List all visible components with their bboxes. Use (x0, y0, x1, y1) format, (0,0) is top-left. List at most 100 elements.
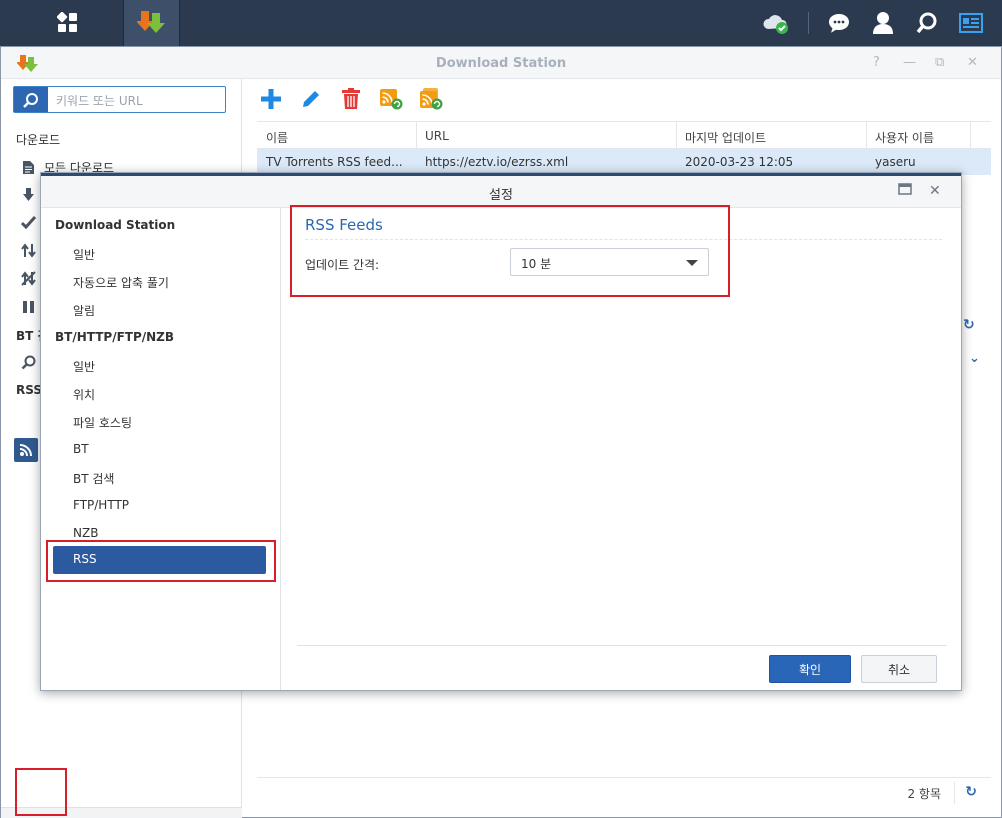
search-icon (916, 12, 937, 34)
sidebar-item-stopped[interactable] (21, 299, 36, 314)
widget-panel-icon (959, 13, 983, 33)
user-button[interactable] (861, 0, 905, 46)
edit-button[interactable] (297, 85, 325, 113)
pause-icon (21, 299, 36, 314)
refresh-feed-button[interactable] (377, 85, 405, 113)
trash-icon (342, 88, 360, 109)
rss-refresh-icon (380, 89, 403, 110)
footer-divider (297, 645, 947, 646)
search-field[interactable]: 키워드 또는 URL (13, 86, 226, 113)
user-icon (873, 12, 893, 34)
cloud-check-icon (763, 15, 788, 34)
settings-button[interactable] (1, 808, 81, 818)
refresh-icon[interactable]: ↻ (965, 784, 977, 800)
column-divider (866, 122, 867, 149)
footer-bar: 2 항목 ↻ (257, 777, 991, 807)
ok-button[interactable]: 확인 (769, 655, 851, 683)
nav-item-rss[interactable]: RSS (53, 546, 266, 574)
chat-bubble-icon (829, 14, 849, 33)
cloud-sync-button[interactable] (754, 0, 798, 46)
cell-updated: 2020-03-23 12:05 (685, 155, 794, 169)
sidebar-bottom-bar (1, 807, 242, 818)
grid-icon (57, 12, 77, 32)
window-title: Download Station (435, 56, 567, 71)
delete-button[interactable] (337, 85, 365, 113)
column-header-name[interactable]: 이름 (266, 129, 288, 146)
restore-icon[interactable]: ⧉ (935, 55, 944, 70)
item-count: 2 항목 (907, 787, 941, 801)
update-interval-label: 업데이트 간격: (305, 258, 380, 272)
cell-name: TV Torrents RSS feed... (266, 155, 403, 169)
add-button[interactable] (257, 85, 285, 113)
column-divider (676, 122, 677, 149)
search-icon[interactable] (14, 87, 48, 112)
nav-item-bt[interactable]: BT (73, 442, 89, 456)
section-title: RSS Feeds (305, 216, 383, 234)
download-station-taskbar-button[interactable] (123, 0, 180, 46)
nav-item-bt-search[interactable]: BT 검색 (73, 470, 114, 487)
cancel-button[interactable]: 취소 (861, 655, 937, 683)
nav-item-notifications[interactable]: 알림 (73, 302, 95, 319)
document-icon (21, 160, 36, 175)
footer-separator (954, 782, 955, 804)
pencil-icon (303, 91, 319, 107)
settings-content: RSS Feeds 업데이트 간격: 10 분 확인 취소 (282, 208, 961, 690)
column-header-user[interactable]: 사용자 이름 (875, 129, 934, 146)
transfer-button[interactable] (81, 808, 161, 818)
widgets-button[interactable] (949, 0, 993, 46)
column-header-updated[interactable]: 마지막 업데이트 (685, 129, 766, 146)
close-icon[interactable]: ✕ (967, 55, 978, 70)
search-button[interactable] (905, 0, 949, 46)
up-down-arrows-icon (21, 243, 36, 258)
nav-item-nzb[interactable]: NZB (73, 526, 98, 540)
settings-nav: Download Station 일반 자동으로 압축 풀기 알림 BT/HTT… (41, 208, 281, 690)
nav-item-bt-general[interactable]: 일반 (73, 358, 95, 375)
help-icon[interactable]: ? (873, 55, 880, 70)
update-interval-select[interactable]: 10 분 (510, 248, 709, 276)
nav-item-general[interactable]: 일반 (73, 246, 95, 263)
search-placeholder: 키워드 또는 URL (56, 94, 143, 108)
arrow-down-icon (21, 187, 36, 202)
sidebar-item-bt-search[interactable] (21, 355, 36, 370)
update-interval-value: 10 분 (521, 257, 552, 271)
nav-group-download-station: Download Station (55, 218, 176, 232)
sidebar-item-active[interactable] (21, 243, 36, 258)
maximize-icon[interactable] (898, 183, 912, 199)
downloads-header: 다운로드 (16, 133, 61, 147)
settings-dialog: 설정 ✕ Download Station 일반 자동으로 압축 풀기 알림 B… (40, 172, 962, 691)
column-divider (416, 122, 417, 149)
refresh-icon[interactable]: ↻ (963, 317, 975, 333)
notifications-button[interactable] (817, 0, 861, 46)
taskbar-separator (808, 12, 809, 34)
window-titlebar[interactable]: Download Station ? — ⧉ ✕ (1, 47, 1001, 79)
column-header-url[interactable]: URL (425, 129, 449, 143)
wizard-button[interactable] (161, 808, 241, 818)
table-header: 이름 URL 마지막 업데이트 사용자 이름 (257, 121, 991, 149)
nav-item-ftp-http[interactable]: FTP/HTTP (73, 498, 129, 512)
sidebar-item-downloading[interactable] (21, 187, 36, 202)
check-icon (21, 215, 36, 230)
rss-refresh-all-icon (420, 88, 443, 110)
inactive-arrows-icon (21, 271, 36, 286)
nav-item-location[interactable]: 위치 (73, 386, 95, 403)
column-divider (970, 122, 971, 149)
plus-icon (261, 89, 281, 109)
chevron-down-icon (686, 260, 698, 266)
main-menu-button[interactable] (14, 0, 122, 46)
nav-item-auto-extract[interactable]: 자동으로 압축 풀기 (73, 274, 169, 291)
dialog-titlebar[interactable]: 설정 ✕ (41, 176, 961, 208)
nav-item-file-hosting[interactable]: 파일 호스팅 (73, 414, 132, 431)
close-icon[interactable]: ✕ (929, 183, 941, 199)
minimize-icon[interactable]: — (903, 55, 916, 70)
sidebar-item-inactive[interactable] (21, 271, 36, 286)
refresh-all-feeds-button[interactable] (417, 85, 445, 113)
nav-group-bt-http: BT/HTTP/FTP/NZB (55, 330, 175, 344)
dialog-title: 설정 (489, 188, 513, 203)
cell-url: https://eztv.io/ezrss.xml (425, 155, 569, 169)
search-icon (21, 355, 36, 370)
sidebar-item-completed[interactable] (21, 215, 36, 230)
cell-user: yaseru (875, 155, 916, 169)
rss-icon (14, 438, 38, 462)
section-divider (305, 239, 942, 240)
expand-icon[interactable]: ⌄ (969, 351, 980, 366)
